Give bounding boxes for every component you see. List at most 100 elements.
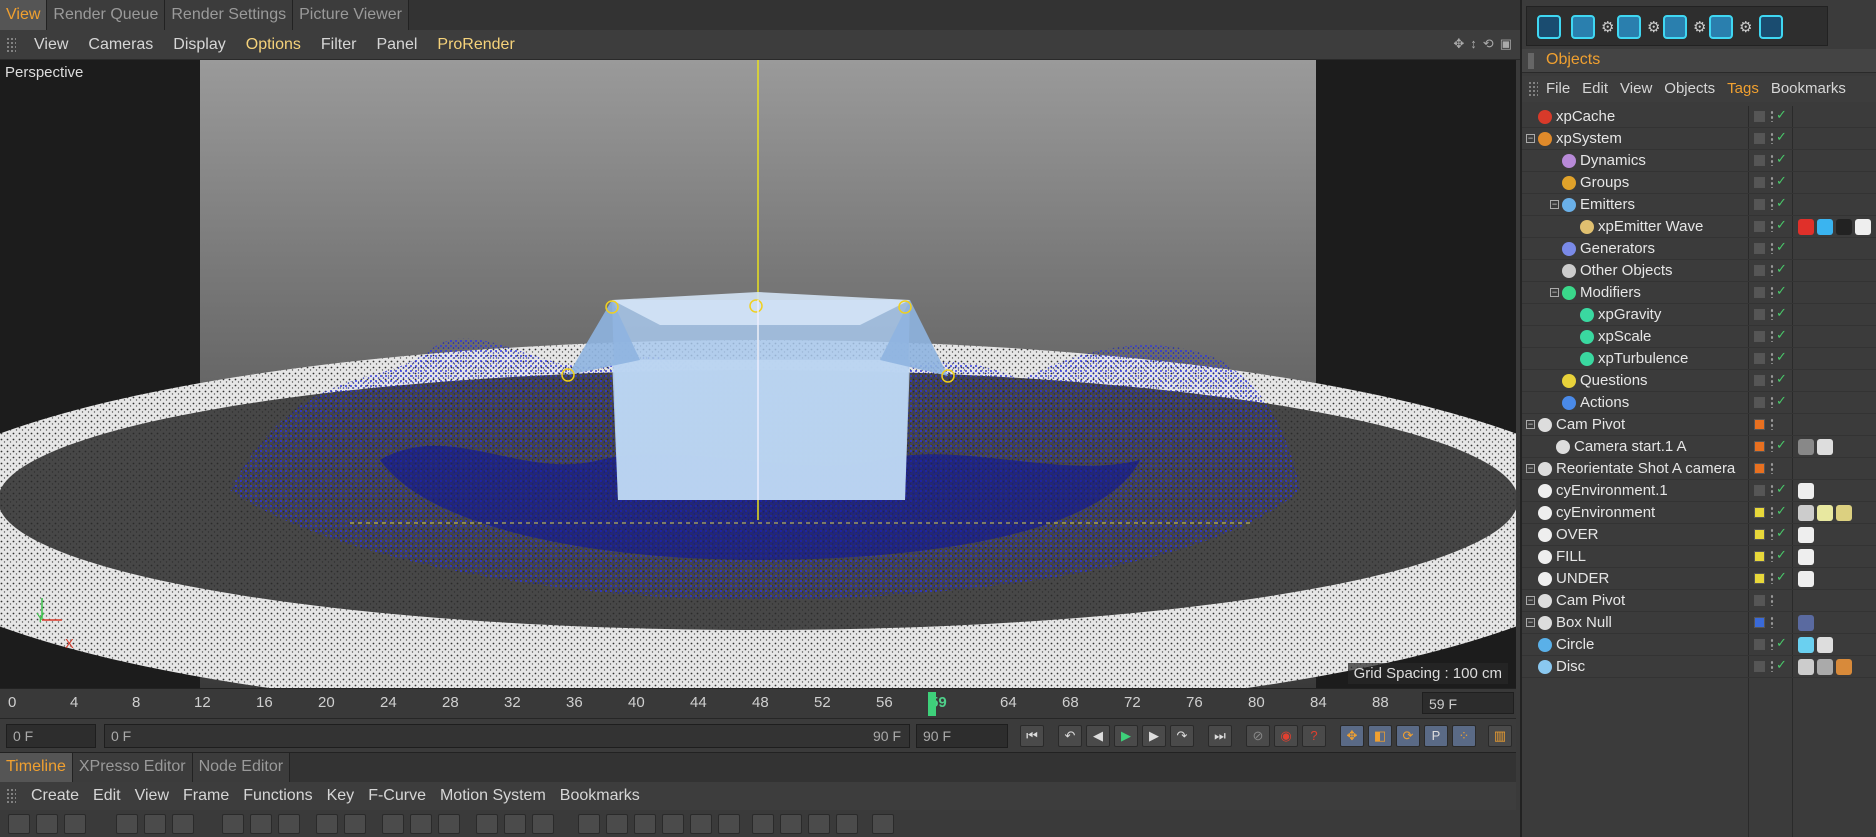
layer-color-swatch[interactable] [1754,419,1765,430]
key-scale-icon[interactable]: ◧ [1368,725,1392,747]
visibility-dots-icon[interactable] [1770,374,1774,386]
object-tag-icon[interactable] [1817,505,1833,521]
enabled-check-icon[interactable]: ✓ [1776,547,1787,563]
3d-viewport[interactable]: Perspective Y X Grid Spacing : 100 cm [0,60,1516,688]
layer-color-swatch[interactable] [1754,573,1765,584]
previous-key-icon[interactable]: ↶ [1058,725,1082,747]
menu-filter[interactable]: Filter [311,30,367,60]
tab-render-settings[interactable]: Render Settings [165,0,294,30]
gear-icon[interactable]: ⚙ [1693,18,1706,36]
grip-handle-icon[interactable] [1528,81,1538,97]
visibility-dots-icon[interactable] [1770,550,1774,562]
snap-icon[interactable] [116,814,138,834]
enabled-check-icon[interactable]: ✓ [1776,437,1787,453]
menu-panel[interactable]: Panel [366,30,427,60]
tab-view[interactable]: View [0,0,48,30]
tangent-linear-icon[interactable] [410,814,432,834]
visibility-dots-icon[interactable] [1770,220,1774,232]
object-tag-icon[interactable] [1798,659,1814,675]
clamp-key-icon[interactable] [578,814,600,834]
enabled-check-icon[interactable]: ✓ [1776,239,1787,255]
intersect-icon[interactable] [1617,15,1641,39]
layer-color-swatch[interactable] [1754,177,1765,188]
object-tag-icon[interactable] [1798,505,1814,521]
tab-render-queue[interactable]: Render Queue [47,0,166,30]
object-row[interactable]: xpCache ✓ [1522,106,1876,128]
menu-edit[interactable]: Edit [1576,76,1614,102]
enabled-check-icon[interactable]: ✓ [1776,327,1787,343]
menu-bookmarks[interactable]: Bookmarks [553,782,647,810]
object-row[interactable]: xpGravity ✓ [1522,304,1876,326]
step-forward-icon[interactable]: ▶ [1142,725,1166,747]
rotate-view-icon[interactable]: ⟲ [1483,36,1494,52]
visibility-dots-icon[interactable] [1770,616,1774,628]
object-name[interactable]: Cam Pivot [1556,592,1625,609]
object-tag-icon[interactable] [1836,219,1852,235]
mute-icon[interactable] [808,814,830,834]
object-name[interactable]: OVER [1556,526,1599,543]
tab-xpresso-editor[interactable]: XPresso Editor [72,753,193,782]
layer-color-swatch[interactable] [1754,221,1765,232]
visibility-dots-icon[interactable] [1770,638,1774,650]
object-row[interactable]: Circle ✓ [1522,634,1876,656]
menu-bookmarks[interactable]: Bookmarks [1765,76,1852,102]
object-name[interactable]: Cam Pivot [1556,416,1625,433]
visibility-dots-icon[interactable] [1770,154,1774,166]
layer-color-swatch[interactable] [1754,639,1765,650]
go-to-start-icon[interactable]: ⏮ [1020,725,1044,747]
layer-color-swatch[interactable] [1754,397,1765,408]
object-name[interactable]: Other Objects [1580,262,1673,279]
visibility-dots-icon[interactable] [1770,242,1774,254]
layer-color-swatch[interactable] [1754,353,1765,364]
layer-color-swatch[interactable] [1754,463,1765,474]
menu-tags[interactable]: Tags [1721,76,1765,102]
visibility-dots-icon[interactable] [1770,660,1774,672]
lock-tangent-length-icon[interactable] [662,814,684,834]
object-name[interactable]: xpScale [1598,328,1651,345]
expand-toggle-icon[interactable]: − [1526,134,1535,143]
layer-color-swatch[interactable] [1754,485,1765,496]
object-row[interactable]: Actions ✓ [1522,392,1876,414]
lock-value-icon[interactable] [718,814,740,834]
expand-toggle-icon[interactable]: − [1550,288,1559,297]
tab-timeline[interactable]: Timeline [0,753,73,782]
menu-frame[interactable]: Frame [176,782,236,810]
object-row[interactable]: xpTurbulence ✓ [1522,348,1876,370]
next-key-icon[interactable]: ↷ [1170,725,1194,747]
enabled-check-icon[interactable]: ✓ [1776,371,1787,387]
enabled-check-icon[interactable]: ✓ [1776,217,1787,233]
object-name[interactable]: Questions [1580,372,1648,389]
visibility-dots-icon[interactable] [1770,176,1774,188]
object-row[interactable]: cyEnvironment.1 ✓ [1522,480,1876,502]
layer-color-swatch[interactable] [1754,529,1765,540]
menu-f-curve[interactable]: F-Curve [361,782,433,810]
object-name[interactable]: Box Null [1556,614,1612,631]
enabled-check-icon[interactable]: ✓ [1776,129,1787,145]
break-tangent-icon[interactable] [606,814,628,834]
object-row[interactable]: Camera start.1 A ✓ [1522,436,1876,458]
current-frame-field[interactable]: 59 F [1422,692,1514,714]
enabled-check-icon[interactable]: ✓ [1776,525,1787,541]
object-name[interactable]: Camera start.1 A [1574,438,1687,455]
object-tag-icon[interactable] [1798,483,1814,499]
play-icon[interactable]: ▶ [1114,725,1138,747]
layer-color-swatch[interactable] [1754,243,1765,254]
menu-objects[interactable]: Objects [1658,76,1721,102]
object-tag-icon[interactable] [1836,659,1852,675]
object-tag-icon[interactable] [1817,219,1833,235]
object-name[interactable]: xpSystem [1556,130,1622,147]
go-to-end-icon[interactable]: ⏭ [1208,725,1232,747]
object-tag-icon[interactable] [1798,571,1814,587]
panel-grip-icon[interactable] [1528,53,1534,69]
layer-color-swatch[interactable] [1754,309,1765,320]
enabled-check-icon[interactable]: ✓ [1776,283,1787,299]
timeline-ruler[interactable]: 0 4 8 12 16 20 24 28 32 36 40 44 48 52 56 59 64 68 72 76 80 8… [0,688,1516,718]
object-row[interactable]: − Cam Pivot [1522,590,1876,612]
object-tag-icon[interactable] [1798,219,1814,235]
object-name[interactable]: UNDER [1556,570,1609,587]
layer-color-swatch[interactable] [1754,265,1765,276]
playhead-marker[interactable] [928,692,936,716]
menu-motion-system[interactable]: Motion System [433,782,553,810]
object-row[interactable]: − Reorientate Shot A camera [1522,458,1876,480]
object-row[interactable]: − Cam Pivot [1522,414,1876,436]
